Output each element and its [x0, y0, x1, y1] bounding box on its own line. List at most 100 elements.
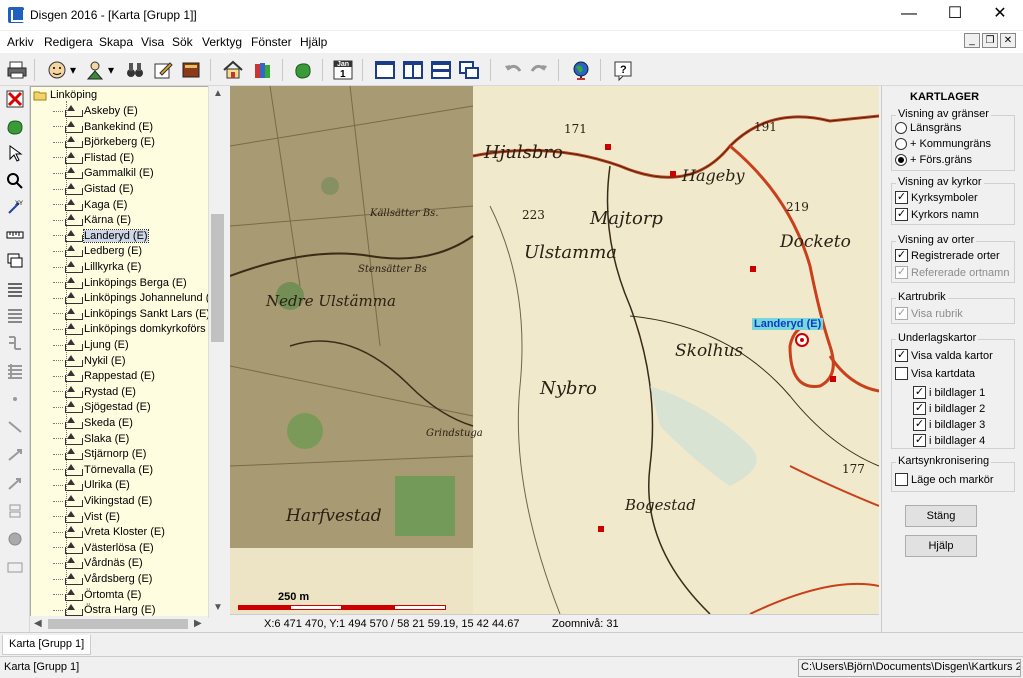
menu-visa[interactable]: Visa: [141, 35, 164, 49]
map-icon[interactable]: [290, 57, 316, 83]
tree-item[interactable]: Törnevalla (E): [53, 462, 153, 478]
globe-icon[interactable]: [568, 57, 594, 83]
tree-item[interactable]: Ljung (E): [53, 337, 129, 353]
tree-item[interactable]: Askeby (E): [53, 103, 138, 119]
minimize-button[interactable]: —: [886, 0, 932, 30]
coordinate-icon[interactable]: XY: [4, 196, 26, 218]
table-icon[interactable]: [4, 360, 26, 382]
tree-item[interactable]: Flistad (E): [53, 150, 134, 166]
close-map-icon[interactable]: [4, 88, 26, 110]
tree-item[interactable]: Kärna (E): [53, 212, 131, 228]
tree-item[interactable]: Nykil (E): [53, 353, 126, 369]
tree-item[interactable]: Bankekind (E): [53, 119, 153, 135]
tree-root[interactable]: Linköping: [33, 89, 97, 101]
parish-tree[interactable]: Linköping Askeby (E) Bankekind (E) Björkeb…: [30, 86, 225, 618]
menu-hjalp[interactable]: Hjälp: [300, 35, 327, 49]
check-kyrkors-namn[interactable]: ✓ Kyrkors namn: [895, 208, 979, 221]
person-dropdown-icon[interactable]: ▾: [66, 57, 80, 83]
layout-single-icon[interactable]: [372, 57, 398, 83]
arrow-tool-icon[interactable]: [4, 472, 26, 494]
menu-redigera[interactable]: Redigera: [44, 35, 93, 49]
help-icon[interactable]: ?: [610, 57, 636, 83]
map-canvas[interactable]: Hjulsbro Hageby Majtorp Ulstamma Nedre U…: [230, 86, 879, 614]
rectangle-tool-icon[interactable]: [4, 556, 26, 578]
tree-item[interactable]: Björkeberg (E): [53, 134, 155, 150]
tree-item[interactable]: Gistad (E): [53, 181, 134, 197]
menu-arkiv[interactable]: Arkiv: [7, 35, 34, 49]
menu-sok[interactable]: Sök: [172, 35, 193, 49]
tree-item[interactable]: Linköpings Berga (E): [53, 275, 187, 291]
dots-icon[interactable]: [4, 388, 26, 410]
tree-item[interactable]: Örtomta (E): [53, 587, 141, 603]
ancestor-dropdown-icon[interactable]: ▾: [104, 57, 118, 83]
book-icon[interactable]: [178, 57, 204, 83]
undo-icon[interactable]: [500, 57, 526, 83]
align-icon[interactable]: [4, 500, 26, 522]
mdi-minimize-icon[interactable]: _: [964, 33, 980, 48]
tree-item[interactable]: Ulrika (E): [53, 477, 130, 493]
print-icon[interactable]: [4, 57, 30, 83]
menu-skapa[interactable]: Skapa: [99, 35, 133, 49]
check-bildlager-3[interactable]: ✓ i bildlager 3: [913, 418, 985, 431]
ruler-icon[interactable]: [4, 224, 26, 246]
tree-vertical-scrollbar[interactable]: ▲ ▼: [208, 86, 225, 618]
tree-item[interactable]: Gammalkil (E): [53, 165, 154, 181]
check-bildlager-1[interactable]: ✓ i bildlager 1: [913, 386, 985, 399]
tree-horizontal-scrollbar[interactable]: ◀ ▶: [30, 616, 208, 632]
books-icon[interactable]: [250, 57, 276, 83]
tree-item[interactable]: Linköpings Sankt Lars (E): [53, 306, 210, 322]
tree-item[interactable]: Rappestad (E): [53, 368, 155, 384]
check-lage-och-markor[interactable]: Läge och markör: [895, 473, 994, 486]
close-button[interactable]: ✕: [977, 0, 1023, 30]
tree-item[interactable]: Vreta Kloster (E): [53, 524, 165, 540]
selected-place-tag[interactable]: Landeryd (E): [752, 318, 824, 330]
mdi-restore-icon[interactable]: ❐: [982, 33, 998, 48]
tree-chart-icon[interactable]: [4, 332, 26, 354]
check-bildlager-2[interactable]: ✓ i bildlager 2: [913, 402, 985, 415]
list-icon-1[interactable]: [4, 278, 26, 300]
circle-tool-icon[interactable]: [4, 528, 26, 550]
edit-note-icon[interactable]: [150, 57, 176, 83]
check-bildlager-4[interactable]: ✓ i bildlager 4: [913, 434, 985, 447]
tree-item[interactable]: Linköpings domkyrkoförs (E): [53, 321, 223, 337]
zoom-icon[interactable]: [4, 170, 26, 192]
redo-icon[interactable]: [526, 57, 552, 83]
home-icon[interactable]: [220, 57, 246, 83]
tree-item[interactable]: Västerlösa (E): [53, 540, 154, 556]
line-tool-icon[interactable]: [4, 416, 26, 438]
layers-icon[interactable]: [4, 250, 26, 272]
tree-item[interactable]: Ledberg (E): [53, 243, 142, 259]
menu-fonster[interactable]: Fönster: [251, 35, 292, 49]
tree-item[interactable]: Linköpings Johannelund (E): [53, 290, 220, 306]
tree-item[interactable]: Vårdnäs (E): [53, 555, 143, 571]
tab-karta-grupp-1[interactable]: Karta [Grupp 1]: [2, 635, 92, 655]
tree-item[interactable]: Vikingstad (E): [53, 493, 152, 509]
layout-cascade-icon[interactable]: [456, 57, 482, 83]
map-green-icon[interactable]: [4, 116, 26, 138]
tree-item[interactable]: Vist (E): [53, 509, 120, 525]
tree-item[interactable]: Skeda (E): [53, 415, 133, 431]
layout-horizontal-split-icon[interactable]: [428, 57, 454, 83]
check-visa-valda-kartor[interactable]: ✓ Visa valda kartor: [895, 349, 993, 362]
move-tool-icon[interactable]: [4, 444, 26, 466]
radio-lansgrans[interactable]: Länsgräns: [895, 122, 961, 134]
list-icon-2[interactable]: [4, 304, 26, 326]
maximize-button[interactable]: ☐: [932, 0, 978, 30]
check-registrerade-orter[interactable]: ✓ Registrerade orter: [895, 249, 1000, 262]
radio-forsgrans[interactable]: + Förs.gräns: [895, 154, 972, 166]
tree-item[interactable]: Kaga (E): [53, 197, 127, 213]
tree-item[interactable]: Rystad (E): [53, 384, 136, 400]
tree-item[interactable]: Slaka (E): [53, 431, 129, 447]
tree-item[interactable]: Stjärnorp (E): [53, 446, 146, 462]
check-visa-kartdata[interactable]: Visa kartdata: [895, 367, 975, 380]
help-panel-button[interactable]: Hjälp: [905, 535, 977, 557]
check-refererade-ortnamn[interactable]: ✓ Refererade ortnamn: [895, 266, 1009, 279]
check-kyrksymboler[interactable]: ✓ Kyrksymboler: [895, 191, 978, 204]
binoculars-icon[interactable]: [122, 57, 148, 83]
layout-vertical-split-icon[interactable]: [400, 57, 426, 83]
tree-item[interactable]: Sjögestad (E): [53, 399, 151, 415]
tree-item[interactable]: Landeryd (E): [53, 228, 149, 244]
check-visa-rubrik[interactable]: ✓ Visa rubrik: [895, 307, 963, 320]
close-panel-button[interactable]: Stäng: [905, 505, 977, 527]
calendar-icon[interactable]: Jan 1: [330, 57, 356, 83]
